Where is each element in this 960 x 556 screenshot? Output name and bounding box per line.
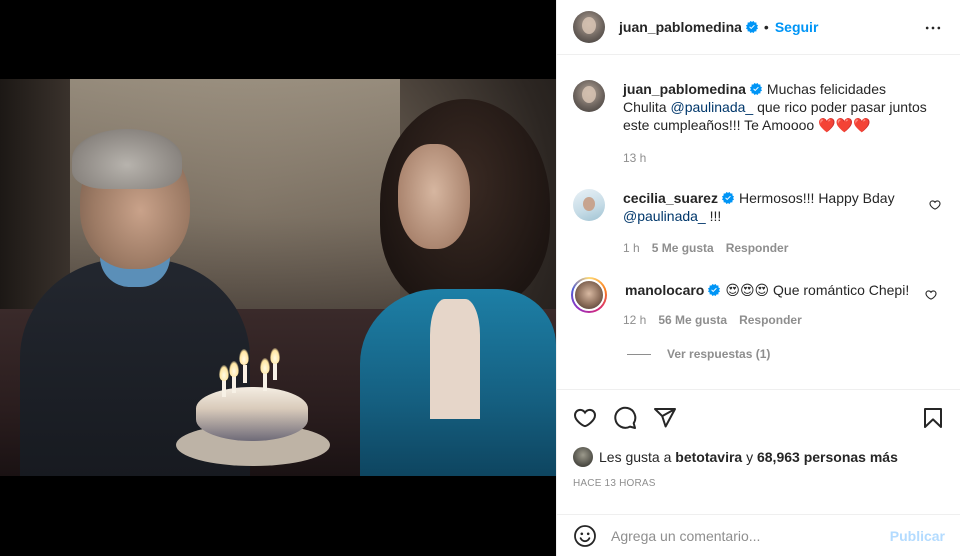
comment-body: 😍😍😍 Que romántico Chepi! xyxy=(725,282,910,298)
comment-meta: 12 h 56 Me gusta Responder xyxy=(623,313,802,327)
comment-mention[interactable]: @paulinada_ xyxy=(623,208,706,224)
action-icons-bar xyxy=(573,406,945,430)
likes-prefix: Les gusta a xyxy=(599,449,672,465)
liker-username[interactable]: betotavira xyxy=(675,449,742,465)
photo-candle-flame xyxy=(270,348,280,364)
likes-others-link[interactable]: 68,963 personas más xyxy=(757,449,898,465)
emoji-icon[interactable] xyxy=(573,524,597,548)
publish-button[interactable]: Publicar xyxy=(890,528,945,544)
share-icon[interactable] xyxy=(653,406,677,430)
view-replies-label: Ver respuestas (1) xyxy=(667,347,771,361)
bookmark-icon[interactable] xyxy=(921,406,945,430)
comment-like-heart-icon[interactable] xyxy=(925,289,937,301)
instagram-post-modal: juan_pablomedina • Seguir juan_pablomedi… xyxy=(0,0,960,556)
photo-candle xyxy=(232,375,236,393)
comment-age[interactable]: 1 h xyxy=(623,241,640,255)
add-comment-bar: Publicar xyxy=(557,514,960,556)
author-avatar[interactable] xyxy=(573,11,605,43)
photo-candle xyxy=(243,365,247,383)
comment-icon[interactable] xyxy=(613,406,637,430)
comment-meta: 1 h 5 Me gusta Responder xyxy=(623,241,788,255)
post-photo[interactable] xyxy=(0,79,556,476)
more-options-icon xyxy=(925,26,941,30)
photo-candle xyxy=(273,362,277,380)
post-actions: Les gusta a betotavira y 68,963 personas… xyxy=(557,389,960,556)
comment-likes[interactable]: 56 Me gusta xyxy=(658,313,727,327)
likes-conj: y xyxy=(746,449,754,465)
photo-woman-face xyxy=(398,144,470,249)
photo-candle-flame xyxy=(260,358,270,374)
caption-username[interactable]: juan_pablomedina xyxy=(623,81,746,97)
photo-candle-flame xyxy=(219,365,229,381)
more-options-button[interactable] xyxy=(921,16,945,40)
comment-item: manolocaro 😍😍😍 Que romántico Chepi! xyxy=(571,277,951,313)
comment-input[interactable] xyxy=(611,528,881,544)
photo-woman xyxy=(360,99,556,476)
comment-text: cecilia_suarez Hermosos!!! Happy Bday @p… xyxy=(623,189,923,225)
caption-body-end: que rico poder pasar juntos este cumplea… xyxy=(623,99,927,133)
post-caption: juan_pablomedina Muchas felicidades Chul… xyxy=(573,80,953,134)
photo-candle-flame xyxy=(229,361,239,377)
comment-like-heart-icon[interactable] xyxy=(929,199,941,211)
post-media[interactable] xyxy=(0,0,556,556)
caption-age[interactable]: 13 h xyxy=(623,151,646,165)
photo-man-hair xyxy=(72,129,182,189)
comment-likes[interactable]: 5 Me gusta xyxy=(652,241,714,255)
follow-button[interactable]: Seguir xyxy=(775,19,819,35)
caption-text: juan_pablomedina Muchas felicidades Chul… xyxy=(623,80,933,134)
photo-candle-flame xyxy=(239,349,249,365)
likes-text: Les gusta a betotavira y 68,963 personas… xyxy=(599,449,898,465)
photo-birthday-cake xyxy=(196,387,308,441)
caption-meta: 13 h xyxy=(623,151,646,165)
comment-item: cecilia_suarez Hermosos!!! Happy Bday @p… xyxy=(573,189,953,225)
comments-list[interactable]: juan_pablomedina Muchas felicidades Chul… xyxy=(557,56,960,389)
heart-icon[interactable] xyxy=(573,406,597,430)
likes-summary: Les gusta a betotavira y 68,963 personas… xyxy=(573,447,898,467)
header-separator: • xyxy=(763,19,769,35)
comment-username[interactable]: cecilia_suarez xyxy=(623,190,718,206)
replies-divider xyxy=(627,353,651,355)
liker-avatar[interactable] xyxy=(573,447,593,467)
comment-age[interactable]: 12 h xyxy=(623,313,646,327)
caption-mention[interactable]: @paulinada_ xyxy=(670,99,753,115)
comment-body-end: !!! xyxy=(705,208,722,224)
verified-badge-icon xyxy=(749,83,762,95)
comment-username[interactable]: manolocaro xyxy=(625,282,704,298)
post-header: juan_pablomedina • Seguir xyxy=(557,0,960,55)
post-side-panel: juan_pablomedina • Seguir juan_pablomedi… xyxy=(556,0,960,556)
photo-candle xyxy=(222,379,226,397)
view-replies-button[interactable]: Ver respuestas (1) xyxy=(627,347,770,361)
verified-badge-icon xyxy=(708,284,721,296)
author-username[interactable]: juan_pablomedina xyxy=(619,19,742,35)
photo-woman-shirt xyxy=(430,299,480,419)
verified-badge-icon xyxy=(745,21,758,33)
verified-badge-icon xyxy=(721,192,734,204)
caption-avatar[interactable] xyxy=(573,80,605,112)
comment-body: Hermosos!!! Happy Bday xyxy=(738,190,895,206)
comment-text: manolocaro 😍😍😍 Que romántico Chepi! xyxy=(625,277,925,313)
photo-candle xyxy=(263,373,267,391)
commenter-avatar xyxy=(573,279,605,311)
post-timestamp[interactable]: HACE 13 HORAS xyxy=(573,478,656,489)
reply-button[interactable]: Responder xyxy=(726,241,789,255)
commenter-avatar[interactable] xyxy=(573,189,605,221)
commenter-avatar-story-ring[interactable] xyxy=(571,277,607,313)
reply-button[interactable]: Responder xyxy=(739,313,802,327)
